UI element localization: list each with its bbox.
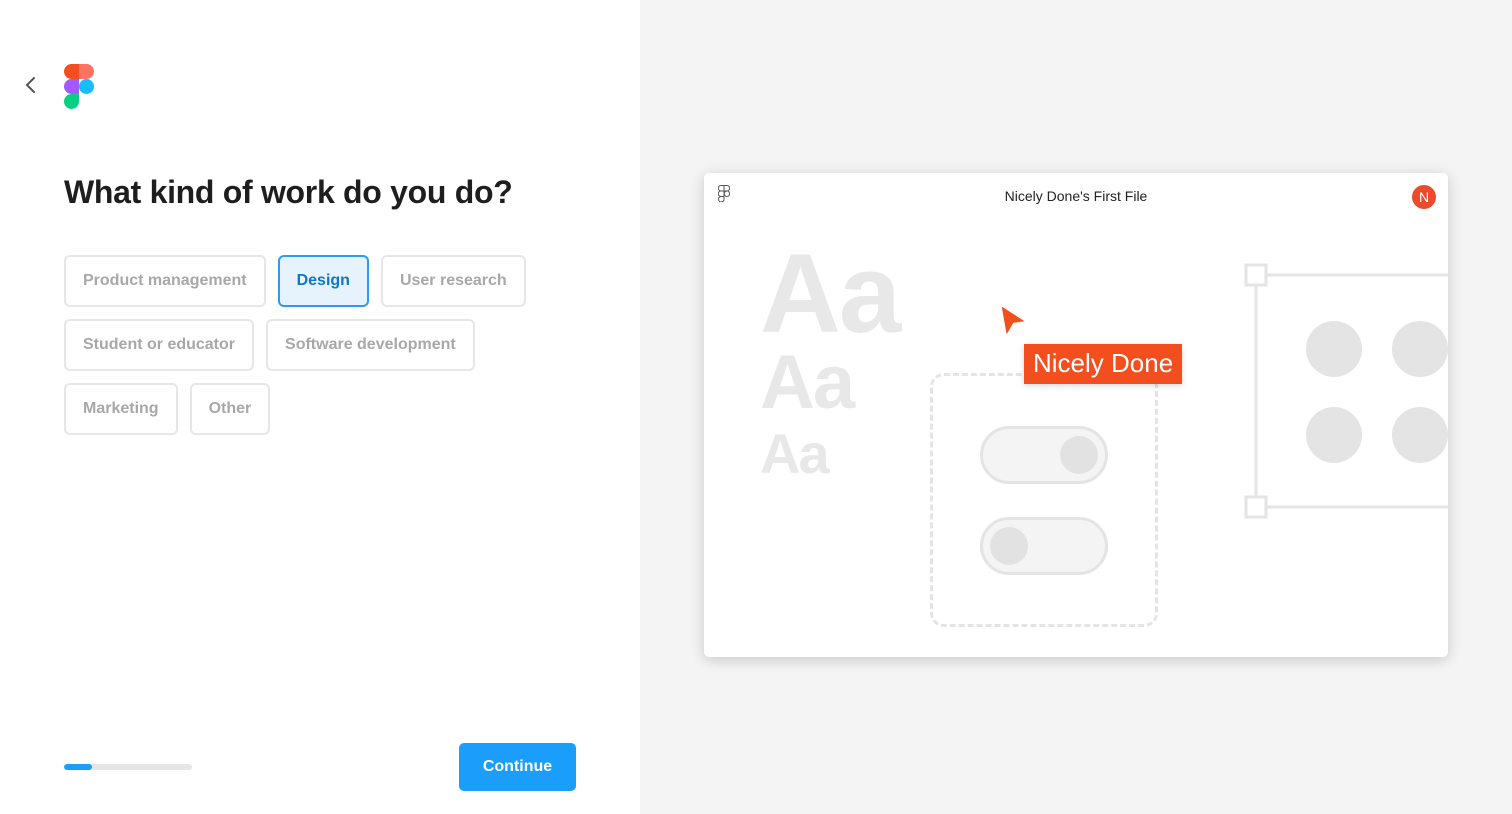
options-row-1: Product management Design User research — [64, 255, 526, 307]
progress-bar — [64, 764, 192, 770]
progress-fill — [64, 764, 93, 770]
options-row-3: Marketing Other — [64, 383, 271, 435]
option-other[interactable]: Other — [189, 383, 271, 435]
file-preview-window: Nicely Done's First File N Aa Aa Aa Nice… — [704, 173, 1448, 657]
back-button[interactable] — [18, 72, 44, 98]
toggle-on-illustration — [980, 426, 1108, 484]
figma-logo-icon — [64, 64, 94, 109]
continue-button[interactable]: Continue — [459, 743, 576, 791]
toggle-off-illustration — [980, 517, 1108, 575]
collaborator-name-tag: Nicely Done — [1024, 344, 1183, 384]
chevron-left-icon — [26, 77, 35, 93]
type-sample-small: Aa — [760, 422, 830, 485]
cursor-icon — [998, 302, 1030, 340]
option-user-research[interactable]: User research — [380, 255, 526, 307]
page-title: What kind of work do you do? — [64, 174, 513, 210]
avatar: N — [1412, 185, 1436, 209]
option-product-management[interactable]: Product management — [64, 255, 266, 307]
option-software-development[interactable]: Software development — [266, 319, 475, 371]
component-selection-box — [930, 373, 1158, 627]
file-title: Nicely Done's First File — [1004, 188, 1148, 204]
preview-panel: Nicely Done's First File N Aa Aa Aa Nice… — [640, 0, 1512, 814]
option-student-or-educator[interactable]: Student or educator — [64, 319, 255, 371]
option-design[interactable]: Design — [277, 255, 369, 307]
option-marketing[interactable]: Marketing — [64, 383, 178, 435]
type-sample-medium: Aa — [760, 340, 855, 425]
onboarding-panel: What kind of work do you do? Product man… — [0, 0, 640, 814]
frame-illustration — [1244, 263, 1448, 519]
options-row-2: Student or educator Software development — [64, 319, 475, 371]
